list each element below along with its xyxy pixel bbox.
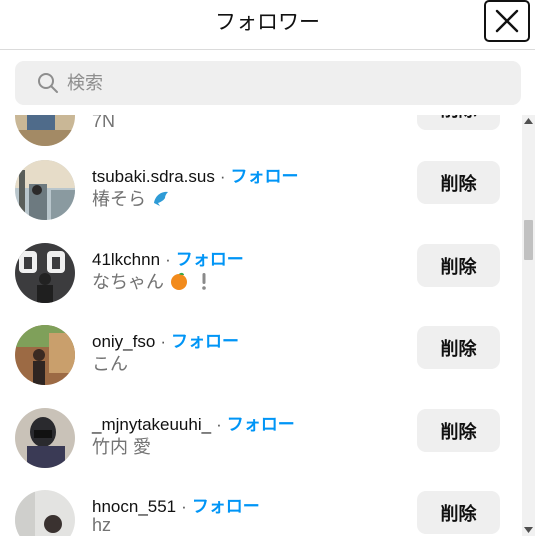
remove-button[interactable]: 削除 [417, 326, 500, 369]
list-item: _mjnytakeuuhi_ · フォロー 竹内 愛 削除 [0, 397, 520, 479]
follow-link[interactable]: フォロー [231, 167, 299, 186]
dialog-header: フォロワー [0, 0, 535, 50]
list-item: oniy_fso · フォロー こん 削除 [0, 314, 520, 396]
display-name-container: なちゃん [92, 268, 214, 294]
username[interactable]: _mjnytakeuuhi_ [92, 415, 211, 434]
separator: · [160, 332, 166, 351]
tangerine-icon [171, 272, 188, 290]
separator: · [165, 250, 171, 269]
username[interactable]: hnocn_551 [92, 497, 176, 516]
close-button[interactable] [484, 0, 530, 42]
exclamation-icon [202, 273, 206, 290]
remove-button[interactable]: 削除 [417, 161, 500, 204]
list-item: 41lkchnn · フォロー なちゃん 削除 [0, 232, 520, 314]
avatar[interactable] [15, 160, 75, 220]
avatar[interactable] [15, 243, 75, 303]
list-item: tsubaki.sdra.sus · フォロー 椿そら 削除 [0, 149, 520, 231]
display-name: こん [92, 354, 128, 374]
avatar[interactable] [15, 490, 75, 536]
separator: · [216, 415, 222, 434]
dialog-title: フォロワー [215, 11, 320, 34]
remove-button[interactable]: 削除 [417, 491, 500, 534]
follow-link[interactable]: フォロー [227, 415, 295, 434]
display-name: なちゃん [92, 272, 164, 292]
search-icon [38, 73, 58, 93]
username-line: hnocn_551 · フォロー [92, 492, 260, 517]
avatar[interactable] [15, 115, 75, 146]
dolphin-icon [154, 191, 169, 206]
avatar[interactable] [15, 408, 75, 468]
scrollbar-thumb[interactable] [524, 220, 533, 260]
remove-button[interactable]: 削除 [417, 409, 500, 452]
close-icon [495, 9, 519, 33]
scroll-down-icon [524, 527, 533, 533]
remove-button[interactable]: 削除 [417, 244, 500, 287]
remove-button[interactable]: 削除 [417, 115, 500, 130]
scroll-down-arrow[interactable] [522, 524, 535, 536]
username-line: oniy_fso · フォロー [92, 327, 239, 352]
search-input[interactable] [67, 61, 507, 105]
search-box[interactable] [15, 61, 521, 105]
scroll-up-icon [524, 118, 533, 124]
display-name: hz [92, 515, 112, 535]
username[interactable]: tsubaki.sdra.sus [92, 167, 215, 186]
display-name: 7N [92, 115, 116, 131]
display-name-container: 椿そら [92, 185, 171, 211]
display-name: 椿そら [92, 189, 146, 209]
avatar[interactable] [15, 325, 75, 385]
username[interactable]: 41lkchnn [92, 250, 160, 269]
separator: · [181, 497, 187, 516]
follower-list: 7N 削除 tsubaki.sdra.sus·フォロー 椿そら 削除 [0, 115, 520, 536]
display-name: 竹内 愛 [92, 437, 152, 457]
separator: · [219, 167, 226, 186]
username-line: _mjnytakeuuhi_ · フォロー [92, 410, 295, 435]
follow-link[interactable]: フォロー [176, 250, 244, 269]
username-line: 41lkchnn · フォロー [92, 245, 244, 270]
list-item: hnocn_551 · フォロー hz 削除 [0, 479, 520, 536]
follow-link[interactable]: フォロー [171, 332, 239, 351]
username[interactable]: oniy_fso [92, 332, 155, 351]
username-line: tsubaki.sdra.sus · フォロー [92, 162, 299, 187]
scrollbar[interactable] [522, 115, 535, 536]
scroll-up-arrow[interactable] [522, 115, 535, 127]
follow-link[interactable]: フォロー [192, 497, 260, 516]
